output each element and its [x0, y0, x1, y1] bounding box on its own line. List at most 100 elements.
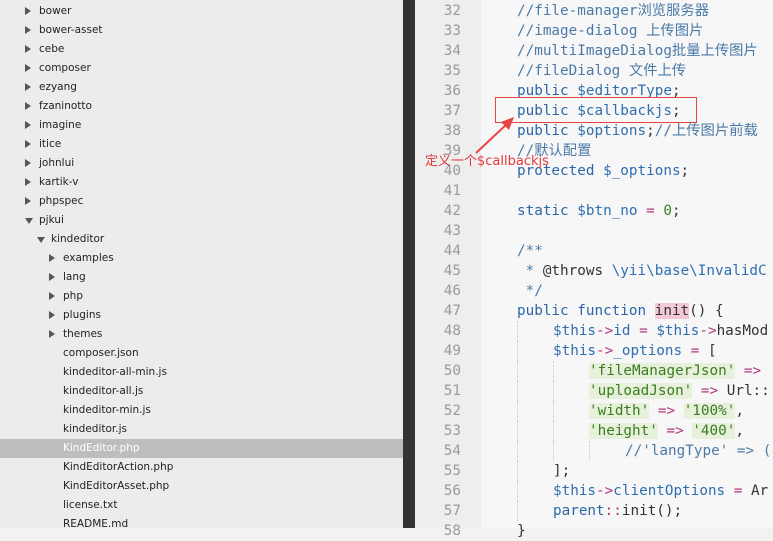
line-number: 47: [443, 303, 461, 319]
disclosure-closed-icon[interactable]: [49, 273, 55, 281]
tree-folder-item[interactable]: bower: [0, 2, 403, 21]
disclosure-open-icon[interactable]: [37, 237, 45, 243]
tree-folder-item[interactable]: bower-asset: [0, 21, 403, 40]
code-token: */: [517, 283, 543, 299]
tree-folder-item[interactable]: johnlui: [0, 154, 403, 173]
code-line[interactable]: //'langType' => (: [625, 441, 771, 461]
code-token: =: [725, 483, 751, 499]
code-token: /**: [517, 243, 543, 259]
code-line[interactable]: /**: [517, 241, 543, 261]
code-token: 'height': [589, 423, 658, 439]
code-line[interactable]: //fileDialog 文件上传: [517, 61, 686, 81]
code-line[interactable]: 'uploadJson' => Url::: [589, 381, 770, 401]
code-token: //image-dialog 上传图片: [517, 23, 704, 39]
tree-file-item[interactable]: kindeditor.js: [0, 420, 403, 439]
code-token: ,: [735, 423, 744, 439]
tree-file-item[interactable]: KindEditorAction.php: [0, 458, 403, 477]
tree-file-item[interactable]: kindeditor-all.js: [0, 382, 403, 401]
code-line[interactable]: 'height' => '400',: [589, 421, 744, 441]
tree-file-item[interactable]: kindeditor-all-min.js: [0, 363, 403, 382]
line-number: 51: [443, 383, 461, 399]
line-number: 57: [443, 503, 461, 519]
tree-folder-item[interactable]: composer: [0, 59, 403, 78]
tree-folder-item[interactable]: imagine: [0, 116, 403, 135]
line-number: 43: [443, 223, 461, 239]
tree-folder-item[interactable]: lang: [0, 268, 403, 287]
code-line[interactable]: //file-manager浏览服务器: [517, 1, 709, 21]
code-line[interactable]: ];: [553, 461, 570, 481]
disclosure-closed-icon[interactable]: [25, 102, 31, 110]
code-line[interactable]: public $options;//上传图片前载: [517, 121, 758, 141]
indent-guide: [517, 421, 518, 441]
disclosure-closed-icon[interactable]: [25, 178, 31, 186]
tree-folder-item[interactable]: ezyang: [0, 78, 403, 97]
disclosure-closed-icon[interactable]: [25, 7, 31, 15]
tree-folder-item[interactable]: fzaninotto: [0, 97, 403, 116]
code-line[interactable]: //image-dialog 上传图片: [517, 21, 703, 41]
code-token: _options: [613, 343, 683, 359]
tree-folder-item[interactable]: examples: [0, 249, 403, 268]
disclosure-closed-icon[interactable]: [25, 140, 31, 148]
code-token: @throws: [542, 263, 612, 279]
disclosure-closed-icon[interactable]: [49, 254, 55, 262]
tree-item-label: ezyang: [39, 81, 77, 93]
annotation-label: 定义一个$callbackjs: [425, 154, 549, 169]
line-number: 55: [443, 463, 461, 479]
disclosure-closed-icon[interactable]: [49, 292, 55, 300]
code-line[interactable]: }: [517, 521, 526, 541]
tree-file-item[interactable]: composer.json: [0, 344, 403, 363]
disclosure-closed-icon[interactable]: [49, 330, 55, 338]
indent-guide: [517, 341, 518, 361]
tree-item-label: kindeditor: [51, 233, 105, 245]
tree-folder-item[interactable]: pjkui: [0, 211, 403, 230]
tree-folder-item[interactable]: php: [0, 287, 403, 306]
tree-file-item[interactable]: license.txt: [0, 496, 403, 515]
tree-folder-item[interactable]: kindeditor: [0, 230, 403, 249]
code-line[interactable]: 'width' => '100%',: [589, 401, 744, 421]
disclosure-open-icon[interactable]: [25, 218, 33, 224]
tree-folder-item[interactable]: phpspec: [0, 192, 403, 211]
disclosure-closed-icon[interactable]: [49, 311, 55, 319]
code-line[interactable]: */: [517, 281, 543, 301]
code-line[interactable]: $this->clientOptions = Ar: [553, 481, 768, 501]
disclosure-closed-icon[interactable]: [25, 121, 31, 129]
tree-folder-item[interactable]: kartik-v: [0, 173, 403, 192]
disclosure-closed-icon[interactable]: [25, 83, 31, 91]
tree-file-item[interactable]: kindeditor-min.js: [0, 401, 403, 420]
tree-folder-item[interactable]: cebe: [0, 40, 403, 59]
indent-guide: [553, 421, 554, 441]
code-line[interactable]: $this->id = $this->hasMod: [553, 321, 768, 341]
file-tree-sidebar: bower bower-asset cebe composer ezyang fzanin…: [0, 0, 403, 528]
disclosure-closed-icon[interactable]: [25, 45, 31, 53]
code-token: 'uploadJson': [589, 383, 693, 399]
code-token: public: [517, 123, 578, 139]
tree-item-label: fzaninotto: [39, 100, 92, 112]
tree-folder-item[interactable]: plugins: [0, 306, 403, 325]
indent-guide: [517, 321, 518, 341]
code-line[interactable]: $this->_options = [: [553, 341, 717, 361]
tree-file-item[interactable]: README.md: [0, 515, 403, 528]
code-line[interactable]: //multiImageDialog批量上传图片: [517, 41, 758, 61]
line-number: 46: [443, 283, 461, 299]
pane-divider[interactable]: [403, 0, 415, 528]
disclosure-closed-icon[interactable]: [25, 64, 31, 72]
code-token: () {: [689, 303, 724, 319]
code-token: \yii\base\InvalidC: [611, 263, 767, 279]
code-token: ->: [699, 323, 717, 339]
tree-folder-item[interactable]: itice: [0, 135, 403, 154]
tree-item-label: phpspec: [39, 195, 84, 207]
disclosure-closed-icon[interactable]: [25, 159, 31, 167]
code-line[interactable]: * @throws \yii\base\InvalidC: [517, 261, 767, 281]
code-line[interactable]: public function init() {: [517, 301, 724, 321]
code-line[interactable]: parent::init();: [553, 501, 682, 521]
tree-item-label: examples: [63, 252, 114, 264]
tree-item-label: KindEditorAsset.php: [63, 480, 170, 492]
code-line[interactable]: static $btn_no = 0;: [517, 201, 681, 221]
code-token: $_options: [603, 163, 681, 179]
disclosure-closed-icon[interactable]: [25, 26, 31, 34]
tree-file-item[interactable]: KindEditor.php: [0, 439, 403, 458]
code-line[interactable]: 'fileManagerJson' =>: [589, 361, 761, 381]
tree-file-item[interactable]: KindEditorAsset.php: [0, 477, 403, 496]
disclosure-closed-icon[interactable]: [25, 197, 31, 205]
tree-folder-item[interactable]: themes: [0, 325, 403, 344]
